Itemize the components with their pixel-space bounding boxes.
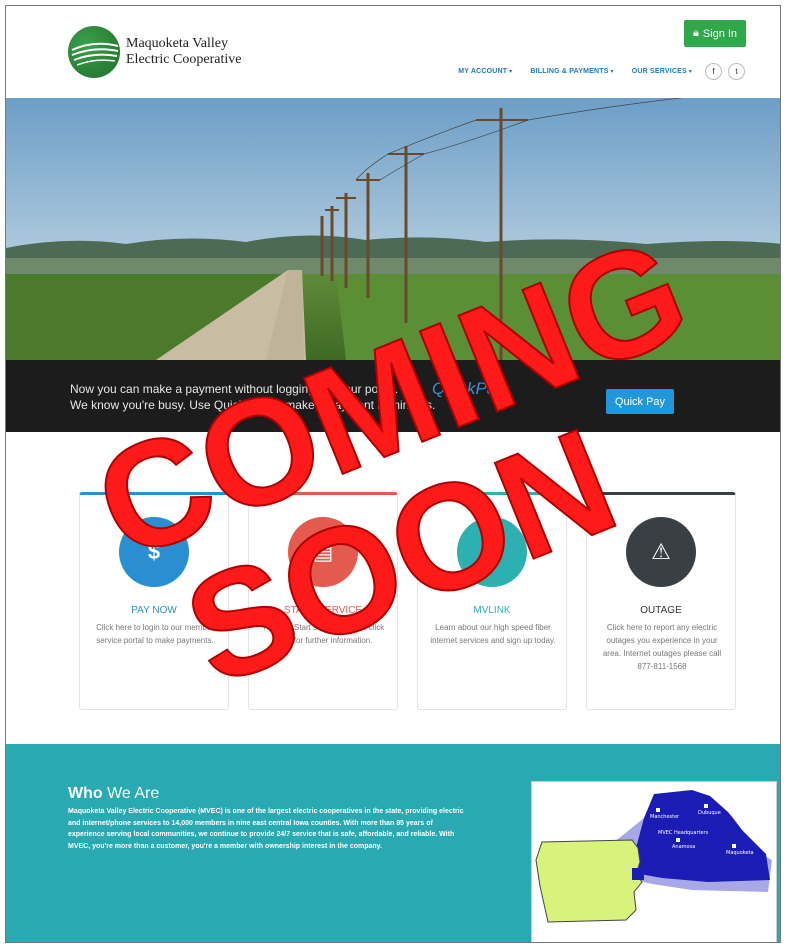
- card-start-service[interactable]: ▤ START SERVICE Need to Start service, p…: [248, 492, 398, 710]
- logo-text: Maquoketa Valley Electric Cooperative: [126, 36, 241, 68]
- logo-field-icon: [68, 26, 120, 78]
- nav-billing-payments[interactable]: BILLING & PAYMENTS: [530, 68, 613, 75]
- facebook-icon[interactable]: f: [705, 63, 722, 80]
- who-we-are-title: Who We Are: [68, 785, 159, 803]
- page-frame: Maquoketa Valley Electric Cooperative 🔒︎…: [5, 5, 781, 943]
- nav-my-account[interactable]: MY ACCOUNT: [458, 68, 512, 75]
- who-we-are-text: Maquoketa Valley Electric Cooperative (M…: [68, 808, 464, 850]
- quick-pay-line-2: We know you're busy. Use Quick Pay to ma…: [70, 398, 436, 412]
- warning-icon: ⚠: [626, 517, 696, 587]
- logo-line-1: Maquoketa Valley: [126, 36, 228, 51]
- wifi-icon: ◠: [457, 517, 527, 587]
- logo-line-2: Electric Cooperative: [126, 52, 242, 67]
- sign-in-label: Sign In: [702, 27, 738, 40]
- map-label-manchester: Manchester: [650, 814, 680, 820]
- sign-in-button[interactable]: 🔒︎ Sign In: [684, 20, 746, 47]
- service-area-map: Manchester Dubuque MVEC Headquarters Ana…: [531, 781, 777, 942]
- quick-pay-line-1: Now you can make a payment without loggi…: [70, 382, 399, 396]
- map-label-dubuque: Dubuque: [698, 810, 721, 816]
- card-title[interactable]: MVLINK: [418, 605, 566, 616]
- map-label-hq: MVEC Headquarters: [658, 830, 709, 836]
- who-we-are-title-rest: We Are: [102, 785, 160, 802]
- lock-icon: 🔒︎: [692, 27, 699, 39]
- quick-pay-message: Now you can make a payment without loggi…: [70, 381, 435, 413]
- hero-image: [6, 98, 780, 360]
- card-title[interactable]: PAY NOW: [80, 605, 228, 616]
- main-nav: MY ACCOUNT BILLING & PAYMENTS OUR SERVIC…: [458, 68, 692, 75]
- map-label-maquoketa: Maquoketa: [726, 850, 754, 856]
- card-description: Learn about our high speed fiber interne…: [430, 623, 556, 645]
- site-logo[interactable]: Maquoketa Valley Electric Cooperative: [68, 26, 241, 78]
- card-mvlink[interactable]: ◠ MVLINK Learn about our high speed fibe…: [417, 492, 567, 710]
- card-title[interactable]: OUTAGE: [587, 605, 735, 616]
- card-description: Click here to login to our member servic…: [96, 623, 214, 645]
- card-pay-now[interactable]: $ PAY NOW Click here to login to our mem…: [79, 492, 229, 710]
- nav-our-services[interactable]: OUR SERVICES: [632, 68, 692, 75]
- document-icon: ▤: [288, 517, 358, 587]
- who-we-are-title-strong: Who: [68, 785, 103, 802]
- who-we-are-section: Who We Are Maquoketa Valley Electric Coo…: [6, 744, 780, 942]
- site-header: Maquoketa Valley Electric Cooperative 🔒︎…: [6, 6, 780, 98]
- quick-pay-button[interactable]: Quick Pay: [606, 389, 674, 414]
- card-description: Need to Start service, please click here…: [263, 623, 385, 645]
- quick-pay-banner: Now you can make a payment without loggi…: [6, 360, 780, 432]
- card-outage[interactable]: ⚠ OUTAGE Click here to report any electr…: [586, 492, 736, 710]
- dollar-icon: $: [119, 517, 189, 587]
- card-description: Click here to report any electric outage…: [602, 623, 722, 671]
- twitter-icon[interactable]: t: [728, 63, 745, 80]
- card-title[interactable]: START SERVICE: [249, 605, 397, 616]
- quick-pay-logo: QuickPay: [432, 379, 505, 398]
- map-label-anamosa: Anamosa: [672, 844, 695, 850]
